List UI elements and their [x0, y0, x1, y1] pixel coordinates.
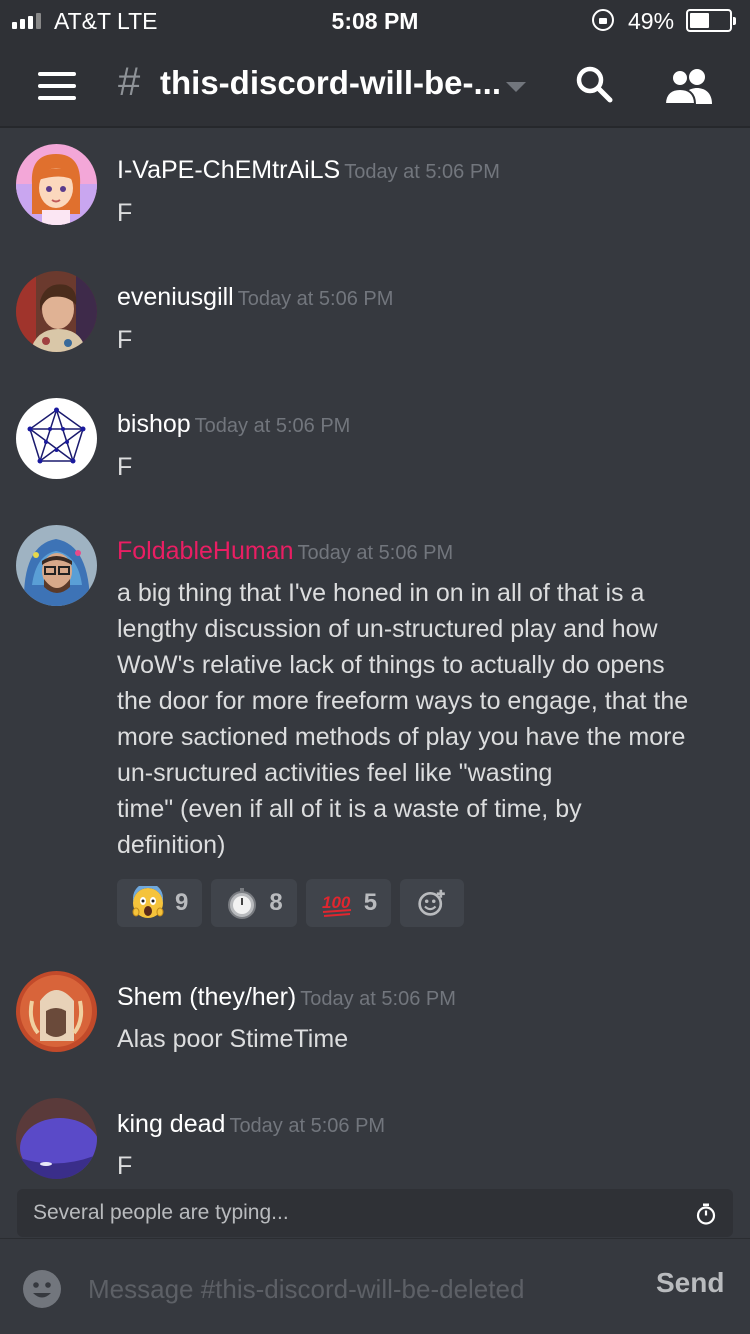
reaction-count: 9	[175, 889, 189, 916]
message-text: F	[117, 199, 133, 227]
battery-percent: 49%	[628, 8, 675, 34]
author-name[interactable]: I-VaPE-ChEMtrAiLS	[117, 156, 340, 184]
slowmode-timer-icon	[696, 1203, 716, 1225]
channel-header: # this-discord-will-be-...	[0, 42, 750, 128]
send-button[interactable]: Send	[656, 1267, 724, 1299]
message-timestamp: Today at 5:06 PM	[229, 1115, 386, 1137]
message-line: lengthy discussion of un-structured play…	[117, 615, 658, 643]
message-line: time" (even if all of it is a waste of t…	[117, 795, 582, 823]
status-bar: AT&T LTE 5:08 PM 49%	[0, 0, 750, 42]
message-author-line: Shem (they/her) Today at 5:06 PM	[117, 983, 456, 1012]
avatar[interactable]	[16, 398, 97, 479]
members-icon[interactable]	[664, 66, 714, 106]
avatar[interactable]	[16, 144, 97, 225]
message-line: WoW's relative lack of things to actuall…	[117, 651, 665, 679]
channel-name[interactable]: this-discord-will-be-...	[160, 64, 501, 102]
reaction-count: 8	[269, 889, 283, 916]
message-line: more sactioned methods of play you have …	[117, 723, 686, 751]
message-author-line: king dead Today at 5:06 PM	[117, 1110, 385, 1139]
author-name[interactable]: bishop	[117, 410, 191, 438]
message-text: Alas poor StimeTime	[117, 1025, 349, 1053]
message-line: the door for more freeform ways to engag…	[117, 687, 689, 715]
message-timestamp: Today at 5:06 PM	[194, 415, 351, 437]
reaction-bar: 9 8 100 5	[117, 879, 465, 927]
message-text: F	[117, 453, 133, 481]
author-name[interactable]: Shem (they/her)	[117, 983, 296, 1011]
top-bar: AT&T LTE 5:08 PM 49% # this-discord-will…	[0, 0, 750, 128]
message-timestamp: Today at 5:06 PM	[344, 161, 500, 183]
message-timestamp: Today at 5:06 PM	[300, 988, 456, 1010]
typing-indicator: Several people are typing...	[17, 1189, 733, 1237]
message-list[interactable]: I-VaPE-ChEMtrAiLS Today at 5:06 PM F even…	[0, 130, 750, 1185]
reaction-count: 5	[363, 889, 378, 916]
screaming-face-icon	[132, 886, 164, 918]
add-reaction-icon	[418, 889, 445, 916]
reaction-hundred-points[interactable]: 100 5	[305, 879, 392, 927]
author-name[interactable]: eveniusgill	[117, 283, 234, 311]
message-composer: Send	[0, 1238, 750, 1334]
avatar[interactable]	[16, 1098, 97, 1179]
message-text: a big thing that I've honed in on in all…	[117, 575, 727, 863]
message-text: F	[117, 326, 133, 354]
avatar[interactable]	[16, 525, 97, 606]
battery-icon	[686, 9, 736, 32]
menu-icon[interactable]	[38, 72, 76, 100]
svg-text:100: 100	[322, 893, 351, 912]
hash-icon: #	[118, 60, 141, 104]
hundred-points-icon: 100	[322, 893, 351, 917]
emoji-picker-icon[interactable]	[22, 1269, 62, 1309]
author-name[interactable]: king dead	[117, 1110, 225, 1138]
chevron-down-icon[interactable]	[506, 82, 526, 92]
author-name[interactable]: FoldableHuman	[117, 537, 294, 565]
avatar[interactable]	[16, 971, 97, 1052]
reaction-screaming-face[interactable]: 9	[117, 879, 203, 927]
message-line: a big thing that I've honed in on in all…	[117, 579, 645, 607]
message-author-line: FoldableHuman Today at 5:06 PM	[117, 537, 453, 566]
add-reaction-button[interactable]	[400, 879, 465, 927]
message-line: un-sructured activities feel like "wasti…	[117, 759, 553, 787]
reaction-stopwatch[interactable]: 8	[211, 879, 297, 927]
search-icon[interactable]	[574, 64, 614, 104]
message-input[interactable]	[88, 1269, 638, 1309]
message-timestamp: Today at 5:06 PM	[297, 542, 454, 564]
message-author-line: bishop Today at 5:06 PM	[117, 410, 350, 439]
rotation-lock-icon	[592, 9, 614, 31]
message-author-line: eveniusgill Today at 5:06 PM	[117, 283, 393, 312]
typing-text: Several people are typing...	[33, 1201, 289, 1224]
message-author-line: I-VaPE-ChEMtrAiLS Today at 5:06 PM	[117, 156, 500, 185]
stopwatch-icon	[228, 888, 257, 919]
message-timestamp: Today at 5:06 PM	[237, 288, 394, 310]
message-text: F	[117, 1152, 133, 1180]
message-line: definition)	[117, 831, 226, 859]
avatar[interactable]	[16, 271, 97, 352]
